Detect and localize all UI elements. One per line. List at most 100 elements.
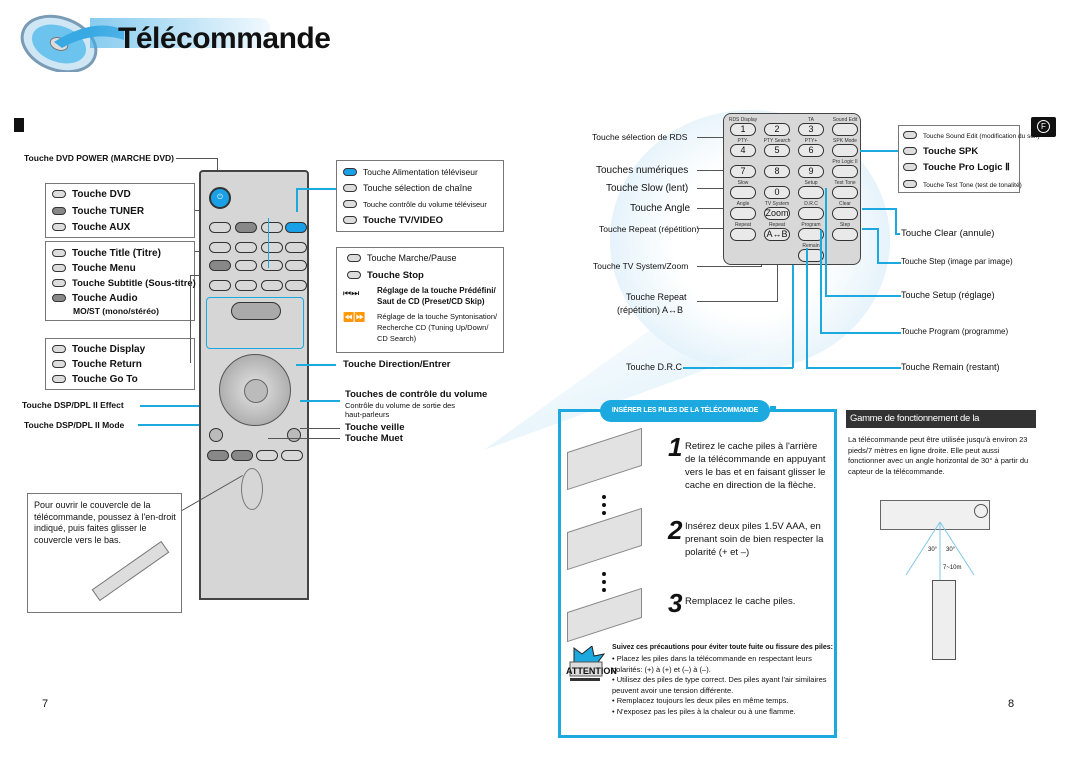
remote-dpad	[219, 354, 291, 426]
repeat-ab-label: Touche Repeat	[626, 292, 687, 302]
program-label: Touche Program (programme)	[901, 327, 1009, 336]
remote-goto-button	[261, 280, 283, 291]
tuning-label: Réglage de la touche Syntonisation/	[377, 312, 498, 321]
direction-label: Touche Direction/Entrer	[343, 359, 451, 370]
keypad-key: 9	[798, 165, 824, 178]
keypad-key	[832, 186, 858, 199]
pro-logic-icon	[903, 163, 917, 172]
precaution-item: • N'exposez pas les piles à la chaleur o…	[612, 706, 796, 716]
spk-icon	[903, 147, 917, 156]
cover-instructions-text: Pour ouvrir le couvercle de la télécomma…	[34, 500, 176, 545]
keypad-key: A↔B	[764, 228, 790, 241]
range-beam	[905, 521, 975, 580]
keypad-key: 0	[764, 186, 790, 199]
remote-audio-button	[209, 260, 231, 271]
precaution-item: • Remplacez toujours les deux piles en m…	[612, 696, 789, 705]
step-label: Touche Step (image par image)	[901, 257, 1013, 266]
remote-cover-illustration	[91, 540, 170, 602]
display-key-label: Touche Display	[72, 344, 146, 355]
tuning-buttons-icon: ⏪⏩	[343, 312, 366, 322]
test-tone-label: Touche Test Tone (test de tonalité)	[923, 182, 1022, 189]
keypad-key	[798, 186, 824, 199]
dvd-power-label: Touche DVD POWER (MARCHE DVD)	[24, 153, 175, 163]
audio-key-label: Touche Audio	[72, 293, 138, 304]
preset-skip-label: Réglage de la touche Prédéfini/	[377, 286, 496, 295]
keypad-key: 4	[730, 144, 756, 157]
remote-volume-up-button	[285, 260, 307, 271]
step-dots-1	[602, 495, 606, 515]
step-1-number: 1	[668, 432, 683, 462]
tv-system-zoom-label: Touche TV System/Zoom	[593, 261, 689, 271]
keypad-key: 2	[764, 123, 790, 136]
remote-tv-power-button	[285, 222, 307, 233]
remote-volume-down-button	[261, 260, 283, 271]
attention-label: ATTENTION	[566, 666, 617, 676]
keypad-key: 5	[764, 144, 790, 157]
angle-label: Touche Angle	[630, 203, 691, 214]
playback-keys-box: Touche Marche/Pause Touche Stop Réglage …	[336, 247, 504, 353]
page-number-right: 8	[1008, 698, 1015, 710]
audio-key-icon	[52, 294, 66, 303]
dvd-key-label: Touche DVD	[72, 189, 131, 200]
menu-keys-box: Touche Title (Titre) Touche Menu Touche …	[45, 241, 196, 321]
spk-label: Touche SPK	[923, 146, 979, 157]
skip-buttons-icon: ⏮⏭	[343, 288, 360, 298]
remote-tuner-button	[235, 222, 257, 233]
subtitle-key-icon	[52, 279, 66, 288]
step-dots-2	[602, 572, 606, 592]
tv-power-icon	[343, 168, 357, 177]
remote-channel-down-button	[261, 242, 283, 253]
stop-icon	[347, 271, 361, 280]
channel-key-icon	[343, 184, 357, 193]
keypad-key	[798, 207, 824, 220]
page-number-left: 7	[42, 698, 49, 710]
remote-control-image: ⏻	[199, 170, 309, 600]
remote-stop-button	[231, 302, 281, 320]
keypad-key: 8	[764, 165, 790, 178]
dvd-power-button: ⏻	[209, 187, 231, 209]
test-tone-icon	[903, 180, 917, 189]
remote-vol-down	[209, 428, 223, 442]
return-key-icon	[52, 360, 66, 369]
tuning-label-3: CD Search)	[377, 334, 417, 343]
remote-enter-button	[244, 379, 268, 403]
drc-label: Touche D.R.C	[626, 362, 683, 372]
remote-aux-button	[261, 222, 283, 233]
cover-instructions-box: Pour ouvrir le couvercle de la télécomma…	[27, 493, 182, 613]
keypad-key: 1	[730, 123, 756, 136]
slow-label: Touche Slow (lent)	[606, 183, 689, 194]
remote-mode-button	[207, 450, 229, 461]
keypad-key	[832, 165, 858, 178]
sleep-label: Touche veille	[345, 422, 405, 433]
keypad-key	[832, 207, 858, 220]
remain-label: Touche Remain (restant)	[901, 362, 1000, 372]
sound-edit-icon	[903, 131, 917, 140]
pro-logic-label: Touche Pro Logic Ⅱ	[923, 162, 1010, 173]
tv-volume-icon	[343, 200, 357, 209]
section-tab-left	[14, 118, 24, 132]
distance-label: 7~10m	[943, 565, 962, 571]
dsp-mode-label: Touche DSP/DPL II Mode	[24, 420, 125, 430]
step-1-text: Retirez le cache piles à l'arrière de la…	[685, 441, 826, 491]
keypad-key: Zoom	[764, 207, 790, 220]
repeat-label: Touche Repeat (répétition)	[599, 224, 700, 234]
remote-subtitle-button	[235, 260, 257, 271]
tv-volume-label: Touche contrôle du volume téléviseur	[363, 200, 487, 209]
keypad-key	[832, 228, 858, 241]
aux-key-label: Touche AUX	[72, 222, 131, 233]
stop-label: Touche Stop	[367, 270, 424, 281]
volume-description: Contrôle du volume de sortie des haut-pa…	[345, 401, 456, 419]
tv-keys-box: Touche Alimentation téléviseur Touche sé…	[336, 160, 504, 232]
display-keys-box: Touche Display Touche Return Touche Go T…	[45, 338, 195, 390]
remote-title-button	[209, 242, 231, 253]
goto-key-label: Touche Go To	[72, 374, 138, 385]
tuning-label-2: Recherche CD (Tuning Up/Down/	[377, 323, 489, 332]
range-section-title: Gamme de fonctionnement de la télécomman…	[846, 410, 1036, 442]
precaution-item: • Placez les piles dans la télécommande …	[612, 654, 812, 674]
tv-power-label: Touche Alimentation téléviseur	[363, 167, 478, 177]
menu-key-icon	[52, 264, 66, 273]
dvd-key-icon	[52, 190, 66, 199]
keypad-key	[730, 186, 756, 199]
channel-key-label: Touche sélection de chaîne	[363, 183, 473, 193]
remote-sleep-button	[281, 450, 303, 461]
